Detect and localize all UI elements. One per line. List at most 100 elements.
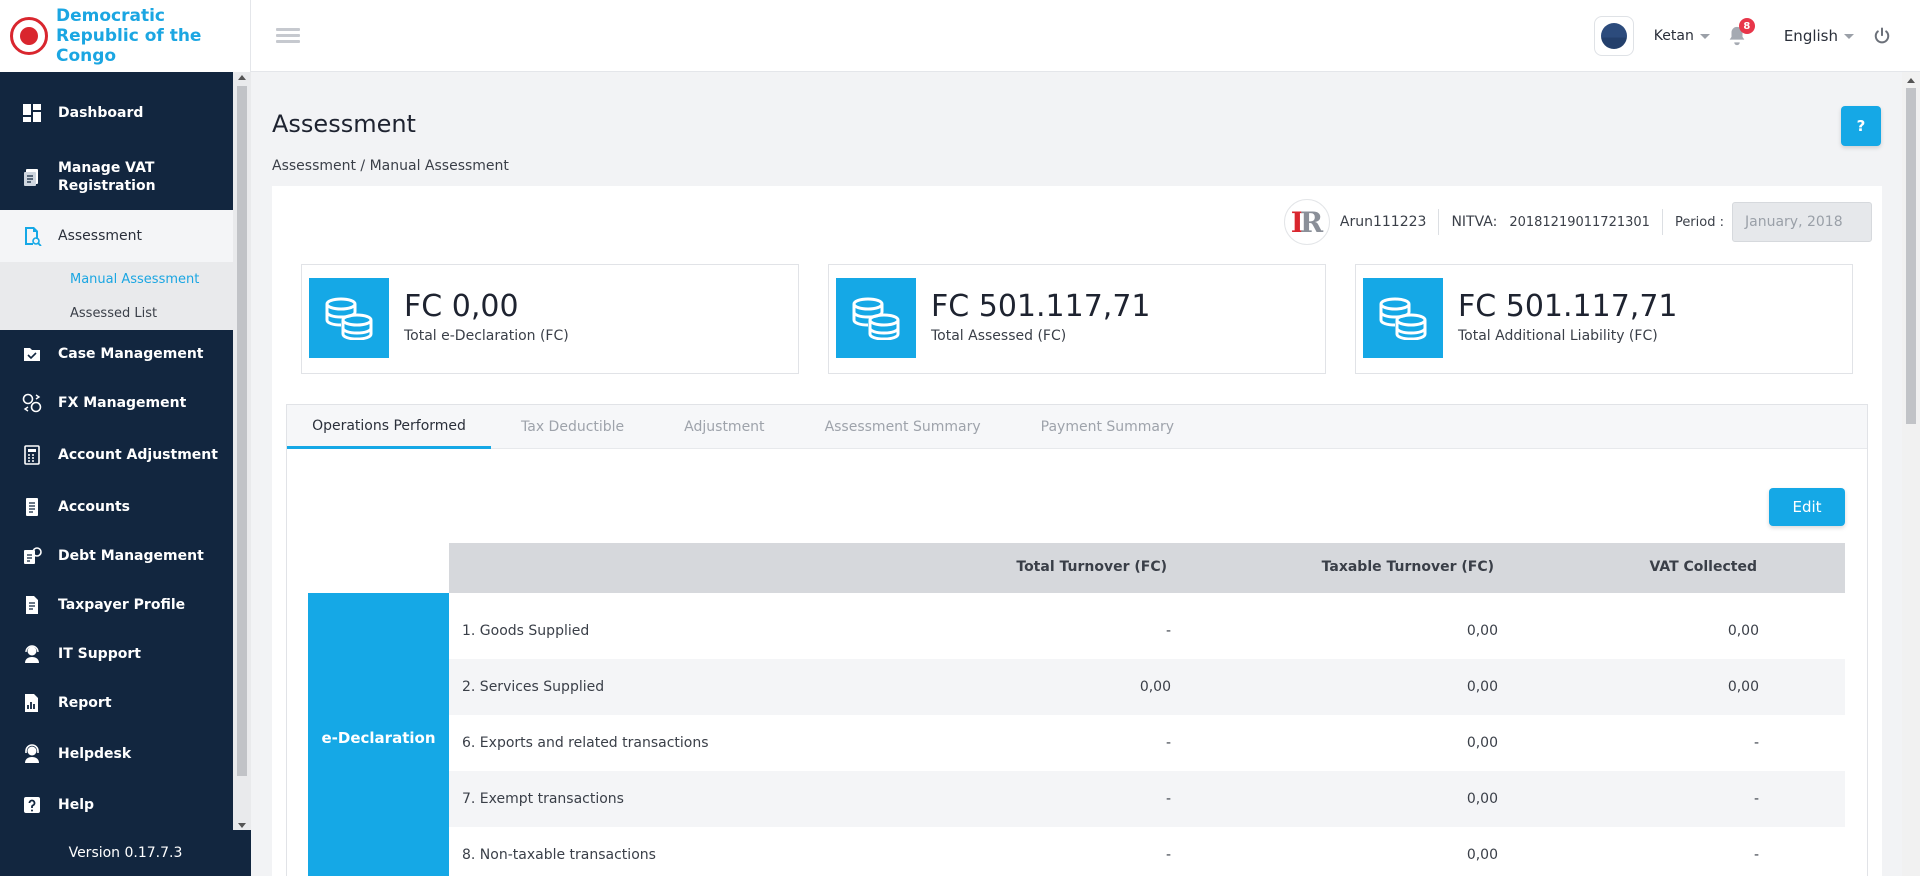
row-label: 6. Exports and related transactions [462, 735, 709, 751]
menu-toggle-icon[interactable] [276, 28, 300, 44]
ledger-icon [22, 497, 42, 517]
sidebar-item-report[interactable]: Report [0, 678, 233, 728]
sidebar-item-label: Account Adjustment [58, 447, 218, 463]
cell-total-turnover: - [1165, 847, 1171, 863]
sidebar-item-label: Report [58, 695, 112, 711]
sidebar-subitem-assessed-list[interactable]: Assessed List [0, 296, 233, 330]
table-row: 7. Exempt transactions - 0,00 - [449, 771, 1845, 827]
sidebar-item-help[interactable]: Help [0, 780, 233, 830]
sidebar-item-account-adjustment[interactable]: Account Adjustment [0, 428, 233, 482]
sidebar-item-it-support[interactable]: IT Support [0, 630, 233, 678]
tab-assessment-summary[interactable]: Assessment Summary [795, 405, 1011, 449]
sidebar-subitem-manual-assessment[interactable]: Manual Assessment [0, 262, 233, 296]
sidebar-item-label: Accounts [58, 499, 131, 515]
row-label: 1. Goods Supplied [462, 623, 590, 639]
page-title: Assessment [272, 110, 416, 138]
chevron-down-icon[interactable] [1699, 33, 1710, 39]
notification-bell-icon[interactable]: 8 [1726, 18, 1755, 47]
cell-taxable-turnover: 0,00 [1466, 623, 1498, 639]
chevron-down-icon[interactable] [1844, 33, 1854, 39]
cell-total-turnover: - [1165, 623, 1171, 639]
language-select[interactable]: English [1784, 27, 1838, 45]
sidebar-item-manage-vat-registration[interactable]: Manage VAT Registration [0, 144, 233, 210]
cell-total-turnover: 0,00 [1139, 679, 1171, 695]
dashboard-icon [22, 103, 42, 123]
stat-total-e-declaration: FC 0,00 Total e-Declaration (FC) [301, 264, 799, 374]
cell-vat-collected: 0,00 [1727, 679, 1759, 695]
period-field[interactable]: January, 2018 [1732, 202, 1872, 242]
row-label: 8. Non-taxable transactions [462, 847, 656, 863]
taxpayer-info: IR Arun111223 NITVA: 20181219011721301 P… [1283, 198, 1872, 246]
currency-exchange-icon [22, 393, 42, 413]
cell-taxable-turnover: 0,00 [1466, 735, 1498, 751]
user-name[interactable]: Ketan [1654, 28, 1694, 44]
notification-badge: 8 [1738, 18, 1755, 34]
sidebar: Dashboard Manage VAT Registration Assess… [0, 72, 251, 876]
row-label: 2. Services Supplied [462, 679, 605, 695]
sidebar-item-label: Manage VAT Registration [58, 160, 156, 194]
main-content: Assessment ? Assessment / Manual Assessm… [251, 72, 1902, 876]
stat-label: Total Additional Liability (FC) [1458, 328, 1658, 344]
cell-taxable-turnover: 0,00 [1466, 679, 1498, 695]
main-scrollbar[interactable] [1902, 72, 1920, 876]
table-header: Total Turnover (FC) Taxable Turnover (FC… [449, 543, 1845, 593]
debt-icon [22, 546, 42, 566]
power-icon[interactable] [1872, 26, 1892, 46]
table-row: 2. Services Supplied 0,00 0,00 0,00 [449, 659, 1845, 715]
sidebar-item-accounts[interactable]: Accounts [0, 482, 233, 532]
top-bar: Democratic Republic of the Congo Ketan 8… [0, 0, 1920, 72]
headset-icon [22, 744, 42, 764]
cell-vat-collected: - [1753, 735, 1759, 751]
cell-total-turnover: - [1165, 735, 1171, 751]
sidebar-item-label: Debt Management [58, 548, 204, 564]
tab-operations-performed[interactable]: Operations Performed [287, 405, 491, 449]
drc-logo [10, 17, 48, 55]
brand[interactable]: Democratic Republic of the Congo [0, 0, 251, 72]
column-header: VAT Collected [1649, 559, 1757, 575]
sidebar-item-label: Help [58, 797, 95, 813]
tab-payment-summary[interactable]: Payment Summary [1011, 405, 1204, 449]
stat-label: Total Assessed (FC) [931, 328, 1067, 344]
sidebar-item-label: Assessment [58, 228, 142, 244]
cell-taxable-turnover: 0,00 [1466, 847, 1498, 863]
support-agent-icon [22, 644, 42, 664]
coins-icon [1363, 278, 1443, 358]
table-row: 8. Non-taxable transactions - 0,00 - [449, 827, 1845, 876]
table-row: 1. Goods Supplied - 0,00 0,00 [449, 603, 1845, 659]
tab-adjustment[interactable]: Adjustment [654, 405, 794, 449]
sidebar-item-label: Taxpayer Profile [58, 597, 186, 613]
column-header: Taxable Turnover (FC) [1321, 559, 1494, 575]
row-group-label: e-Declaration [308, 593, 449, 876]
sidebar-item-dashboard[interactable]: Dashboard [0, 72, 233, 144]
help-button[interactable]: ? [1841, 106, 1881, 146]
taxpayer-name: Arun111223 [1339, 214, 1427, 230]
sidebar-item-fx-management[interactable]: FX Management [0, 378, 233, 428]
edit-button[interactable]: Edit [1769, 488, 1845, 526]
app-version: Version 0.17.7.3 [0, 830, 251, 876]
sidebar-item-debt-management[interactable]: Debt Management [0, 532, 233, 580]
assessment-icon [22, 226, 42, 246]
tab-bar: Operations Performed Tax Deductible Adju… [287, 405, 1867, 449]
sidebar-item-case-management[interactable]: Case Management [0, 330, 233, 378]
cell-vat-collected: - [1753, 847, 1759, 863]
cell-vat-collected: 0,00 [1727, 623, 1759, 639]
sidebar-item-label: IT Support [58, 646, 141, 662]
sidebar-item-helpdesk[interactable]: Helpdesk [0, 728, 233, 780]
profile-document-icon [22, 595, 42, 615]
breadcrumb: Assessment / Manual Assessment [272, 158, 509, 174]
stat-total-additional-liability: FC 501.117,71 Total Additional Liability… [1355, 264, 1853, 374]
avatar[interactable] [1593, 16, 1634, 56]
stat-label: Total e-Declaration (FC) [404, 328, 569, 344]
cell-taxable-turnover: 0,00 [1466, 791, 1498, 807]
report-chart-icon [22, 693, 42, 713]
cell-total-turnover: - [1165, 791, 1171, 807]
stat-total-assessed: FC 501.117,71 Total Assessed (FC) [828, 264, 1326, 374]
nitva-label: NITVA: [1451, 214, 1498, 230]
brand-name: Democratic Republic of the Congo [56, 6, 202, 66]
sidebar-item-assessment[interactable]: Assessment [0, 210, 233, 262]
tab-tax-deductible[interactable]: Tax Deductible [491, 405, 654, 449]
coins-icon [836, 278, 916, 358]
sidebar-scrollbar[interactable] [233, 72, 251, 832]
sidebar-item-taxpayer-profile[interactable]: Taxpayer Profile [0, 580, 233, 630]
table-row: 6. Exports and related transactions - 0,… [449, 715, 1845, 771]
